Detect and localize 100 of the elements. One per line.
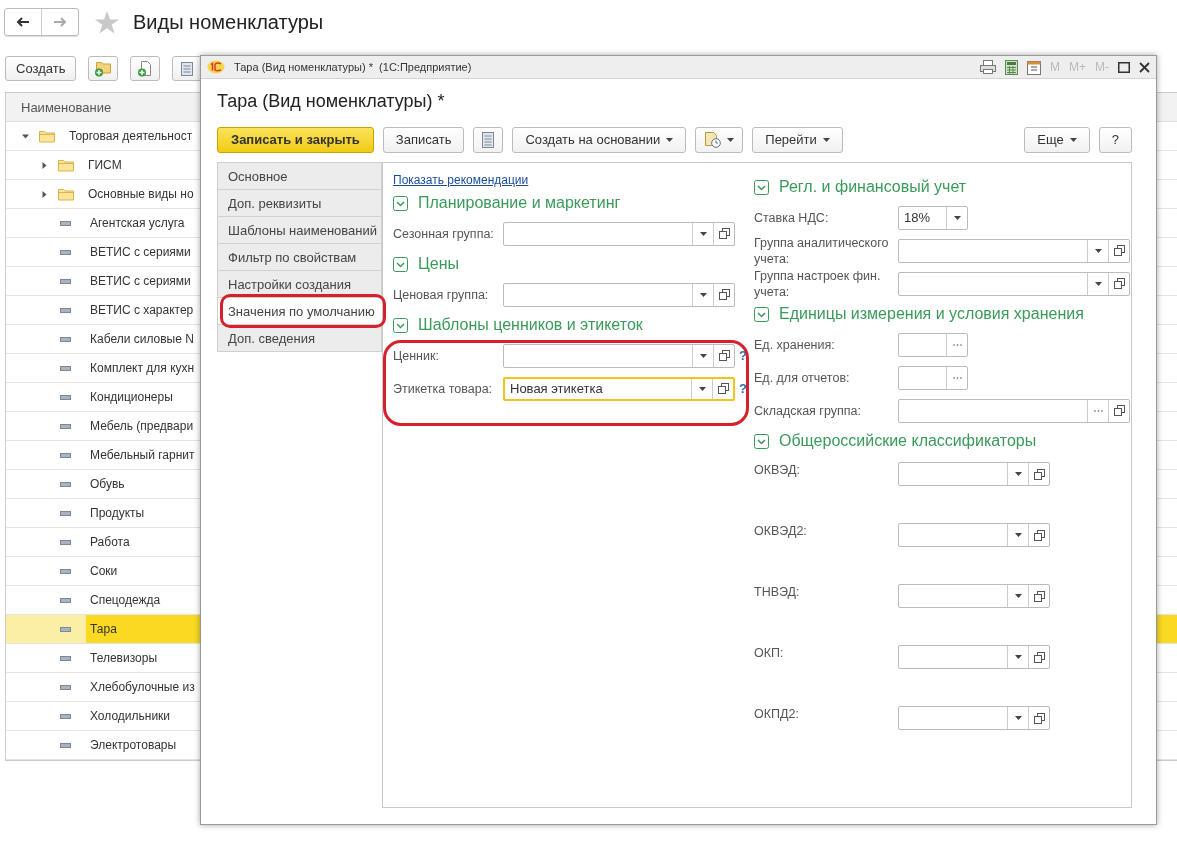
item-icon (60, 423, 71, 429)
list-item-label: Соки (89, 563, 118, 580)
caret-icon (1014, 472, 1022, 476)
tab[interactable]: Доп. сведения (217, 324, 382, 352)
windows-icon (1033, 468, 1045, 480)
input-field[interactable]: Новая этикетка (503, 376, 735, 401)
section-heading: Единицы измерения и условия хранения (779, 305, 1084, 323)
input-field[interactable] (898, 398, 1130, 423)
list-item-label: ВЕТИС с характер (89, 302, 194, 319)
list-item-label: Мебель (предвари (89, 418, 194, 435)
toolbar-button[interactable]: ? (1098, 126, 1132, 153)
item-icon (60, 481, 71, 487)
input-field[interactable] (898, 238, 1130, 263)
form-title: Тара (Вид номенклатуры) * (217, 91, 446, 113)
input-field[interactable] (898, 523, 1050, 547)
input-field[interactable] (503, 343, 735, 368)
windows-icon (718, 289, 730, 300)
caret-icon (1014, 594, 1022, 598)
caret-icon (699, 292, 707, 297)
menu-button[interactable]: Перейти (752, 126, 843, 153)
collapse-icon[interactable] (393, 195, 408, 211)
list-item-label: ГИСМ (87, 157, 122, 174)
collapse-icon[interactable] (393, 317, 408, 333)
star-icon[interactable] (95, 10, 119, 34)
input-field[interactable] (898, 365, 968, 390)
list-item-label: Торговая деятельност (68, 128, 193, 145)
menu-button[interactable]: Создать на основании (512, 126, 687, 153)
reports-menu-button[interactable] (695, 126, 744, 153)
item-icon (60, 452, 71, 458)
list-item-label: Кабели силовые N (89, 331, 194, 348)
close-icon[interactable] (1139, 61, 1150, 73)
input-field[interactable] (503, 221, 735, 246)
list-item-label: Спецодежда (89, 592, 161, 609)
calculator-icon[interactable] (1005, 59, 1018, 75)
input-field[interactable] (898, 706, 1050, 730)
field-label: Складская группа: (754, 402, 862, 419)
add-folder-button[interactable] (88, 56, 119, 81)
input-field[interactable]: 18% (898, 205, 968, 230)
save-and-close-button[interactable]: Записать и закрыть (217, 126, 374, 153)
right-arrow-icon (53, 17, 67, 27)
add-item-button[interactable] (130, 56, 161, 81)
field-value: Новая этикетка (510, 381, 603, 396)
menu-button[interactable]: Еще (1024, 126, 1090, 153)
field-label: Этикетка товара: (393, 381, 494, 396)
caret-icon (699, 231, 707, 236)
caret-icon (698, 386, 706, 391)
item-icon (60, 597, 71, 603)
list-item-label: Продукты (89, 505, 145, 522)
create-button[interactable]: Создать (5, 56, 77, 81)
list-icon (180, 60, 195, 77)
input-field[interactable] (898, 645, 1050, 669)
field-label: ОКПД2: (754, 706, 800, 722)
expand-arrow-icon[interactable] (41, 161, 48, 169)
caret-icon (1094, 281, 1102, 286)
tab[interactable]: Значения по умолчанию (217, 297, 382, 324)
toolbar-button[interactable]: Записать (382, 126, 465, 153)
collapse-arrow-icon[interactable] (22, 132, 29, 140)
column-header[interactable]: Наименование (21, 99, 112, 115)
section-heading: Планирование и маркетинг (418, 194, 621, 212)
tab[interactable]: Основное (217, 162, 382, 189)
collapse-icon[interactable] (754, 433, 769, 449)
caret-icon (1094, 248, 1102, 253)
left-arrow-icon (16, 17, 30, 27)
help-link[interactable]: ? (739, 381, 747, 396)
ellipsis-icon (952, 376, 962, 379)
tab[interactable]: Шаблоны наименований (217, 216, 382, 243)
list-item-label: Холодильники (89, 708, 171, 725)
list-item-label: Комплект для кухн (89, 360, 195, 377)
collapse-icon[interactable] (393, 256, 408, 272)
ellipsis-icon (952, 343, 962, 346)
document-clock-icon (704, 131, 722, 148)
caret-icon (1014, 533, 1022, 537)
input-field[interactable] (898, 332, 968, 357)
tab[interactable]: Фильтр по свойствам (217, 243, 382, 270)
expand-arrow-icon[interactable] (41, 190, 48, 198)
caret-icon (727, 137, 735, 142)
tab[interactable]: Доп. реквизиты (217, 189, 382, 216)
input-field[interactable] (503, 282, 735, 307)
input-field[interactable] (898, 462, 1050, 486)
input-field[interactable] (898, 271, 1130, 296)
list-item-label: ВЕТИС с сериями (89, 273, 191, 290)
help-link[interactable]: ? (739, 348, 747, 363)
list-item-label: Основные виды но (87, 186, 194, 203)
caret-icon (1069, 137, 1077, 142)
field-label: Группа настроек фин. учета: (754, 267, 882, 300)
maximize-icon[interactable] (1118, 61, 1130, 73)
recommendations-link[interactable]: Показать рекомендации (393, 173, 529, 189)
calendar-icon[interactable] (1027, 59, 1041, 75)
windows-icon (1033, 712, 1045, 724)
caret-icon (1014, 716, 1022, 720)
collapse-icon[interactable] (754, 306, 769, 322)
list-button[interactable] (473, 126, 504, 153)
item-icon (60, 568, 71, 574)
item-icon (60, 742, 71, 748)
windows-icon (718, 228, 730, 239)
item-icon (60, 539, 71, 545)
list-button[interactable] (172, 56, 203, 81)
collapse-icon[interactable] (754, 179, 769, 195)
printer-icon[interactable] (980, 60, 996, 74)
input-field[interactable] (898, 584, 1050, 608)
